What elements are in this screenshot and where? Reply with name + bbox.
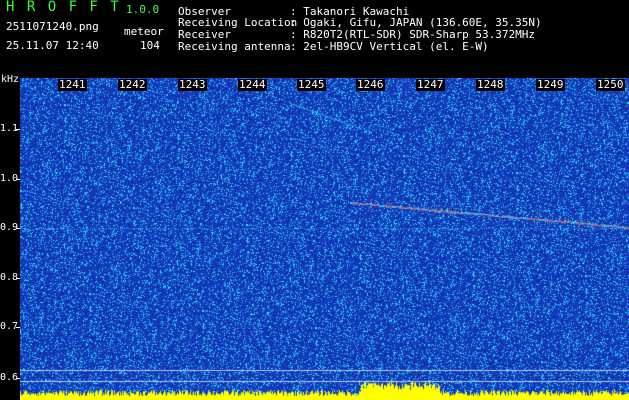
event-count: 104 <box>140 39 160 52</box>
hrofft-window: H R O F F T 1.0.0 2511071240.png meteor … <box>0 0 629 400</box>
x-tick-label: 1243 <box>178 78 207 91</box>
y-tick-mark <box>16 278 20 279</box>
app-name: H R O F F T <box>6 0 121 15</box>
y-tick-mark <box>16 327 20 328</box>
y-tick-mark <box>16 179 20 180</box>
spectrogram-plot[interactable] <box>20 78 629 400</box>
x-tick-label: 1247 <box>416 78 445 91</box>
y-tick-mark <box>16 378 20 379</box>
x-tick-label: 1241 <box>58 78 87 91</box>
app-version: 1.0.0 <box>126 3 160 16</box>
x-tick-label: 1249 <box>536 78 565 91</box>
x-tick-label: 1250 <box>596 78 625 91</box>
x-tick-label: 1245 <box>297 78 326 91</box>
antenna-value: : 2el-HB9CV Vertical (el. E-W) <box>290 40 489 53</box>
y-tick-mark <box>16 228 20 229</box>
file-datetime: 25.11.07 12:40 <box>6 39 99 52</box>
x-tick-label: 1248 <box>476 78 505 91</box>
x-tick-label: 1242 <box>118 78 147 91</box>
x-tick-label: 1246 <box>356 78 385 91</box>
x-tick-label: 1244 <box>238 78 267 91</box>
y-axis-unit: kHz <box>1 74 20 85</box>
file-name: 2511071240.png <box>6 20 99 33</box>
category-label: meteor <box>124 25 164 38</box>
y-tick-mark <box>16 129 20 130</box>
antenna-label: Receiving antenna <box>178 40 291 53</box>
